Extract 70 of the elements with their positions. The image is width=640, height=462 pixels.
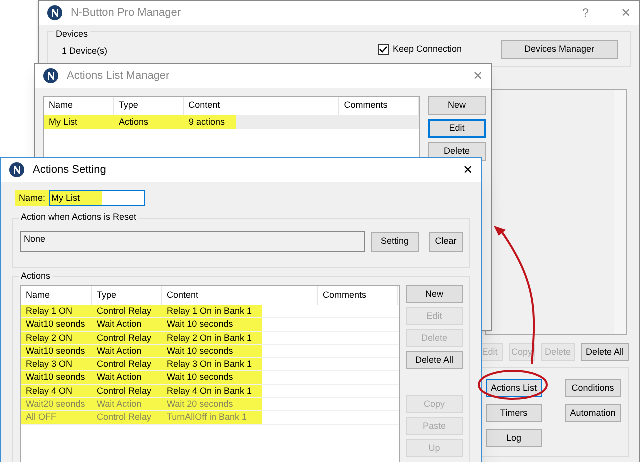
column-header[interactable]: Comments: [318, 286, 398, 305]
table-cell: Wait Action: [92, 344, 162, 358]
table-cell: TurnAllOff in Bank 1: [162, 411, 262, 424]
device-count: 1 Device(s): [62, 45, 108, 58]
table-cell: Wait 10 seconds: [162, 371, 262, 384]
button[interactable]: New: [428, 96, 486, 115]
table-cell: Wait10 seonds: [21, 344, 92, 358]
close-button[interactable]: ✕: [463, 161, 473, 179]
table-row[interactable]: My List Actions 9 actions: [44, 115, 419, 129]
app-logo-icon: [47, 5, 63, 21]
table-cell: Relay 2 ON: [21, 332, 92, 344]
table-cell: Control Relay: [92, 305, 162, 318]
close-button[interactable]: ✕: [621, 4, 631, 22]
button[interactable]: Edit: [428, 119, 486, 138]
table-cell: Wait10 seonds: [21, 371, 92, 384]
table-cell: Relay 3 On in Bank 1: [162, 358, 262, 370]
field-label: Name:: [15, 190, 49, 206]
table-cell: My List: [44, 115, 114, 129]
button[interactable]: Delete All: [406, 351, 463, 369]
table-cell: All OFF: [21, 411, 92, 424]
table-row[interactable]: Relay 4 ON Control Relay Relay 4 On in Bank 1: [21, 384, 399, 398]
table-row[interactable]: Wait10 seonds Wait Action Wait 10 seconds: [21, 318, 399, 332]
table-cell: Wait 10 seconds: [162, 318, 262, 331]
window-title: Actions Setting: [33, 162, 108, 178]
window-title: Actions List Manager: [67, 68, 171, 84]
close-button[interactable]: ✕: [473, 67, 483, 85]
name-field[interactable]: My List: [48, 190, 145, 206]
button[interactable]: Delete All: [581, 343, 630, 361]
table-cell: Control Relay: [92, 358, 162, 370]
table-cell: Relay 1 On in Bank 1: [162, 305, 262, 318]
table-cell: Wait 20 seconds: [162, 398, 262, 410]
button[interactable]: New: [406, 285, 463, 303]
button[interactable]: Automation: [565, 404, 621, 422]
table-cell: Actions: [114, 115, 184, 129]
table-cell: Control Relay: [92, 411, 162, 424]
table-cell: Wait 10 seconds: [162, 344, 262, 358]
table-cell: Relay 4 ON: [21, 384, 92, 398]
button[interactable]: Clear: [429, 232, 463, 252]
table-row[interactable]: Relay 2 ON Control Relay Relay 2 On in Bank 1: [21, 332, 399, 345]
table-cell: Wait Action: [92, 398, 162, 410]
table-cell: Relay 2 On in Bank 1: [162, 332, 262, 344]
table-cell: Control Relay: [92, 332, 162, 344]
button[interactable]: Actions List: [486, 379, 542, 397]
checkbox-label: Keep Connection: [393, 43, 462, 56]
button[interactable]: Devices Manager: [501, 40, 618, 59]
table-cell: Relay 3 ON: [21, 358, 92, 370]
table-row[interactable]: Relay 1 ON Control Relay Relay 1 On in Bank 1: [21, 305, 399, 318]
checkbox[interactable]: [378, 44, 389, 56]
table-cell: Wait Action: [92, 318, 162, 331]
table-cell: Control Relay: [92, 384, 162, 398]
help-button[interactable]: ?: [582, 4, 589, 22]
table-cell: Relay 1 ON: [21, 305, 92, 318]
button[interactable]: Conditions: [565, 379, 621, 397]
button[interactable]: Log: [486, 429, 542, 447]
scrollbar[interactable]: [614, 90, 626, 334]
app-logo-icon: [9, 162, 25, 178]
app-logo-icon: [43, 68, 59, 84]
table-cell: Wait Action: [92, 371, 162, 384]
table-cell: Wait10 seonds: [21, 318, 92, 331]
button[interactable]: Setting: [371, 232, 419, 252]
button[interactable]: Timers: [486, 404, 542, 422]
table-cell: Relay 4 On in Bank 1: [162, 384, 262, 398]
window-title: N-Button Pro Manager: [71, 6, 182, 21]
table-cell: 9 actions: [184, 115, 236, 129]
highlight-ellipse: [477, 369, 549, 401]
table-row[interactable]: Relay 3 ON Control Relay Relay 3 On in Bank 1: [21, 358, 399, 372]
table-row[interactable]: Wait10 seonds Wait Action Wait 10 seconds: [21, 344, 399, 358]
table-row[interactable]: Wait10 seonds Wait Action Wait 10 seconds: [21, 371, 399, 385]
table-cell: Wait20 seonds: [21, 398, 92, 410]
reset-action-field: None: [20, 231, 365, 252]
